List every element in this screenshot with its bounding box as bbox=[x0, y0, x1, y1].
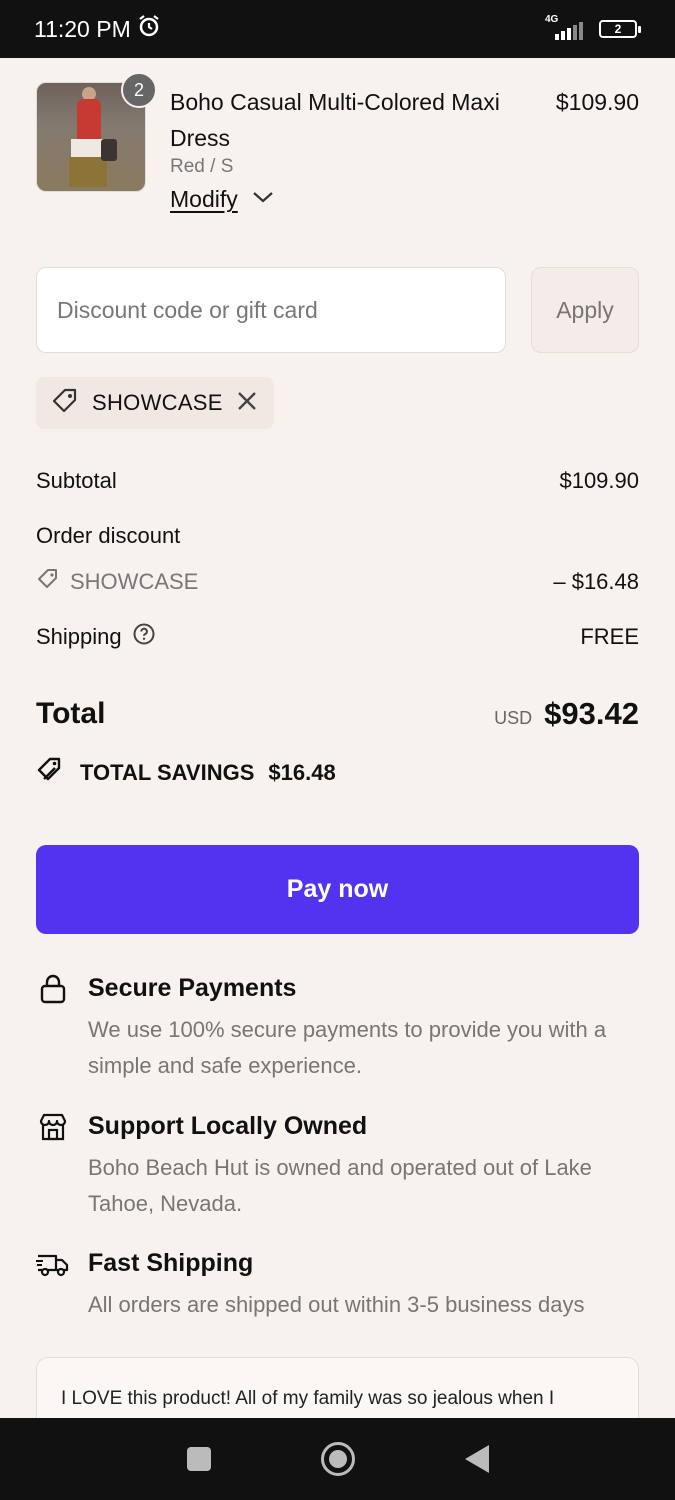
savings-value: $16.48 bbox=[268, 760, 336, 785]
battery-level: 2 bbox=[614, 22, 622, 36]
battery-icon: 2 bbox=[599, 20, 641, 38]
delivery-truck-icon bbox=[36, 1247, 70, 1281]
discount-code-label: SHOWCASE bbox=[70, 569, 199, 594]
remove-discount-button[interactable] bbox=[235, 389, 259, 418]
product-price: $109.90 bbox=[555, 89, 639, 115]
feature-description: We use 100% secure payments to provide y… bbox=[88, 1017, 607, 1078]
back-button[interactable] bbox=[464, 1445, 489, 1473]
discount-code-input[interactable] bbox=[36, 267, 506, 353]
feature-title: Secure Payments bbox=[88, 974, 297, 1002]
product-variant: Red / S bbox=[170, 156, 234, 177]
applied-code-label: SHOWCASE bbox=[92, 390, 223, 415]
shipping-row: Shipping FREE bbox=[36, 622, 639, 652]
total-row: Total USD $93.42 bbox=[36, 696, 639, 732]
shipping-label: Shipping bbox=[36, 624, 122, 649]
order-discount-label: Order discount bbox=[36, 523, 181, 548]
currency-label: USD bbox=[494, 708, 533, 728]
subtotal-label: Subtotal bbox=[36, 468, 117, 493]
help-icon[interactable] bbox=[132, 622, 156, 652]
discount-form: Apply bbox=[36, 267, 639, 353]
feature-description: Boho Beach Hut is owned and operated out… bbox=[88, 1155, 592, 1216]
total-amount-group: USD $93.42 bbox=[494, 696, 639, 732]
discount-code-group: SHOWCASE bbox=[36, 567, 198, 597]
status-left: 11:20 PM bbox=[34, 14, 161, 44]
applied-discount-chip: SHOWCASE bbox=[36, 377, 274, 429]
discount-value: – $16.48 bbox=[553, 569, 639, 594]
lock-icon bbox=[36, 972, 70, 1006]
savings-label: TOTAL SAVINGS bbox=[80, 760, 255, 785]
apply-button[interactable]: Apply bbox=[531, 267, 639, 353]
status-bar: 11:20 PM 4G 2 bbox=[0, 0, 675, 58]
pay-now-button[interactable]: Pay now bbox=[36, 845, 639, 934]
chevron-down-icon bbox=[252, 190, 274, 209]
review-text: I LOVE this product! All of my family wa… bbox=[61, 1388, 555, 1409]
savings-tag-icon bbox=[36, 755, 66, 791]
shipping-value: FREE bbox=[580, 624, 639, 649]
feature-title: Support Locally Owned bbox=[88, 1112, 368, 1140]
status-time: 11:20 PM bbox=[34, 15, 131, 42]
store-icon bbox=[36, 1110, 70, 1144]
shipping-group: Shipping bbox=[36, 622, 156, 652]
tag-icon bbox=[50, 386, 80, 421]
modify-button[interactable]: Modify bbox=[170, 186, 274, 213]
close-icon bbox=[235, 391, 259, 417]
total-savings-row: TOTAL SAVINGS $16.48 bbox=[36, 755, 639, 791]
order-discount-row: Order discount bbox=[36, 523, 639, 549]
subtotal-value: $109.90 bbox=[559, 468, 639, 493]
product-name: Boho Casual Multi-Colored Maxi Dress bbox=[170, 89, 500, 151]
subtotal-row: Subtotal $109.90 bbox=[36, 468, 639, 494]
discount-code-row: SHOWCASE – $16.48 bbox=[36, 567, 639, 597]
status-right: 4G 2 bbox=[543, 14, 641, 42]
feature-description: All orders are shipped out within 3-5 bu… bbox=[88, 1292, 585, 1317]
system-nav-bar bbox=[0, 1418, 675, 1500]
feature-title: Fast Shipping bbox=[88, 1249, 254, 1277]
total-label: Total bbox=[36, 697, 106, 730]
home-button[interactable] bbox=[320, 1442, 355, 1476]
signal-icon: 4G bbox=[543, 14, 583, 42]
quantity-badge: 2 bbox=[121, 72, 157, 108]
tag-icon bbox=[36, 567, 60, 597]
cart-line-item: 2 Boho Casual Multi-Colored Maxi Dress R… bbox=[36, 72, 639, 222]
recent-apps-button[interactable] bbox=[186, 1447, 211, 1471]
modify-label: Modify bbox=[170, 186, 238, 212]
total-amount: $93.42 bbox=[544, 696, 639, 731]
alarm-icon bbox=[137, 14, 161, 44]
home-icon bbox=[328, 1450, 347, 1468]
